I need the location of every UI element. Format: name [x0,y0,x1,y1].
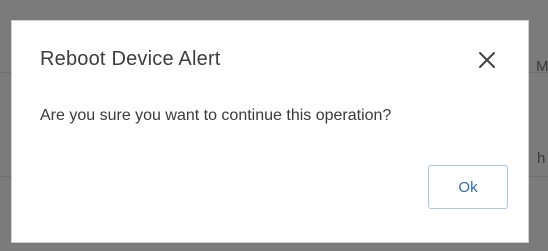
background-text-fragment: h [537,150,546,167]
background-text-fragment: M [536,58,548,75]
ok-button-label: Ok [458,178,478,196]
reboot-alert-dialog: Reboot Device Alert Are you sure you wan… [11,20,529,243]
dialog-message: Are you sure you want to continue this o… [40,107,392,124]
ok-button[interactable]: Ok [428,165,508,209]
dialog-title: Reboot Device Alert [40,48,221,70]
close-icon [479,52,495,68]
close-button[interactable] [474,47,500,73]
